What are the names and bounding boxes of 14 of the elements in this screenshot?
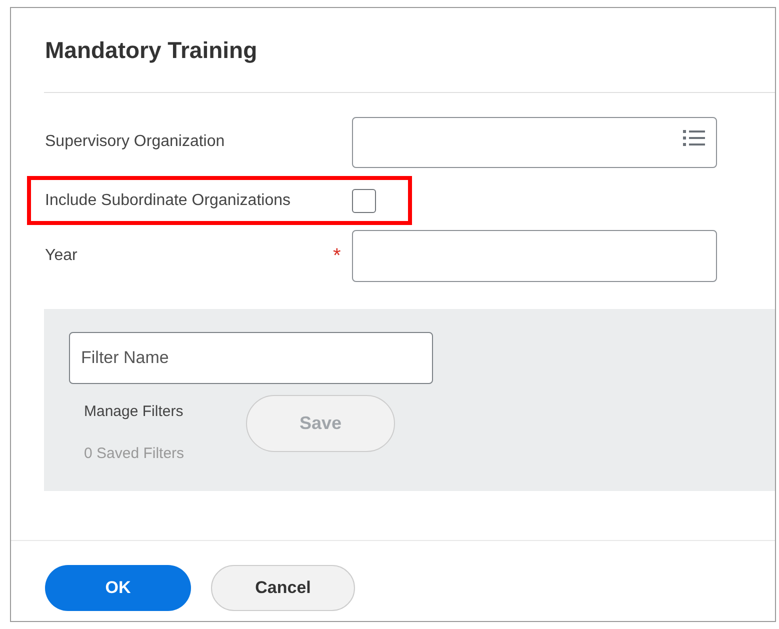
input-field[interactable] <box>352 230 717 282</box>
field-label: Supervisory Organization <box>45 132 226 152</box>
saved-filters-count: 0 Saved Filters <box>84 444 186 464</box>
prompt-field[interactable] <box>352 116 717 168</box>
manage-filters-label: Manage Filters <box>84 402 184 422</box>
checkbox[interactable] <box>352 188 376 212</box>
cancel-button[interactable]: Cancel <box>211 565 355 611</box>
required-mark: * <box>333 244 342 268</box>
filter-name-field[interactable]: Filter Name <box>69 332 433 384</box>
ok-button[interactable]: OK <box>45 565 191 611</box>
list-icon <box>683 130 705 146</box>
field-label: Include Subordinate Organizations <box>45 190 292 210</box>
field-label: Year <box>45 246 78 266</box>
dialog-title: Mandatory Training <box>45 36 258 64</box>
